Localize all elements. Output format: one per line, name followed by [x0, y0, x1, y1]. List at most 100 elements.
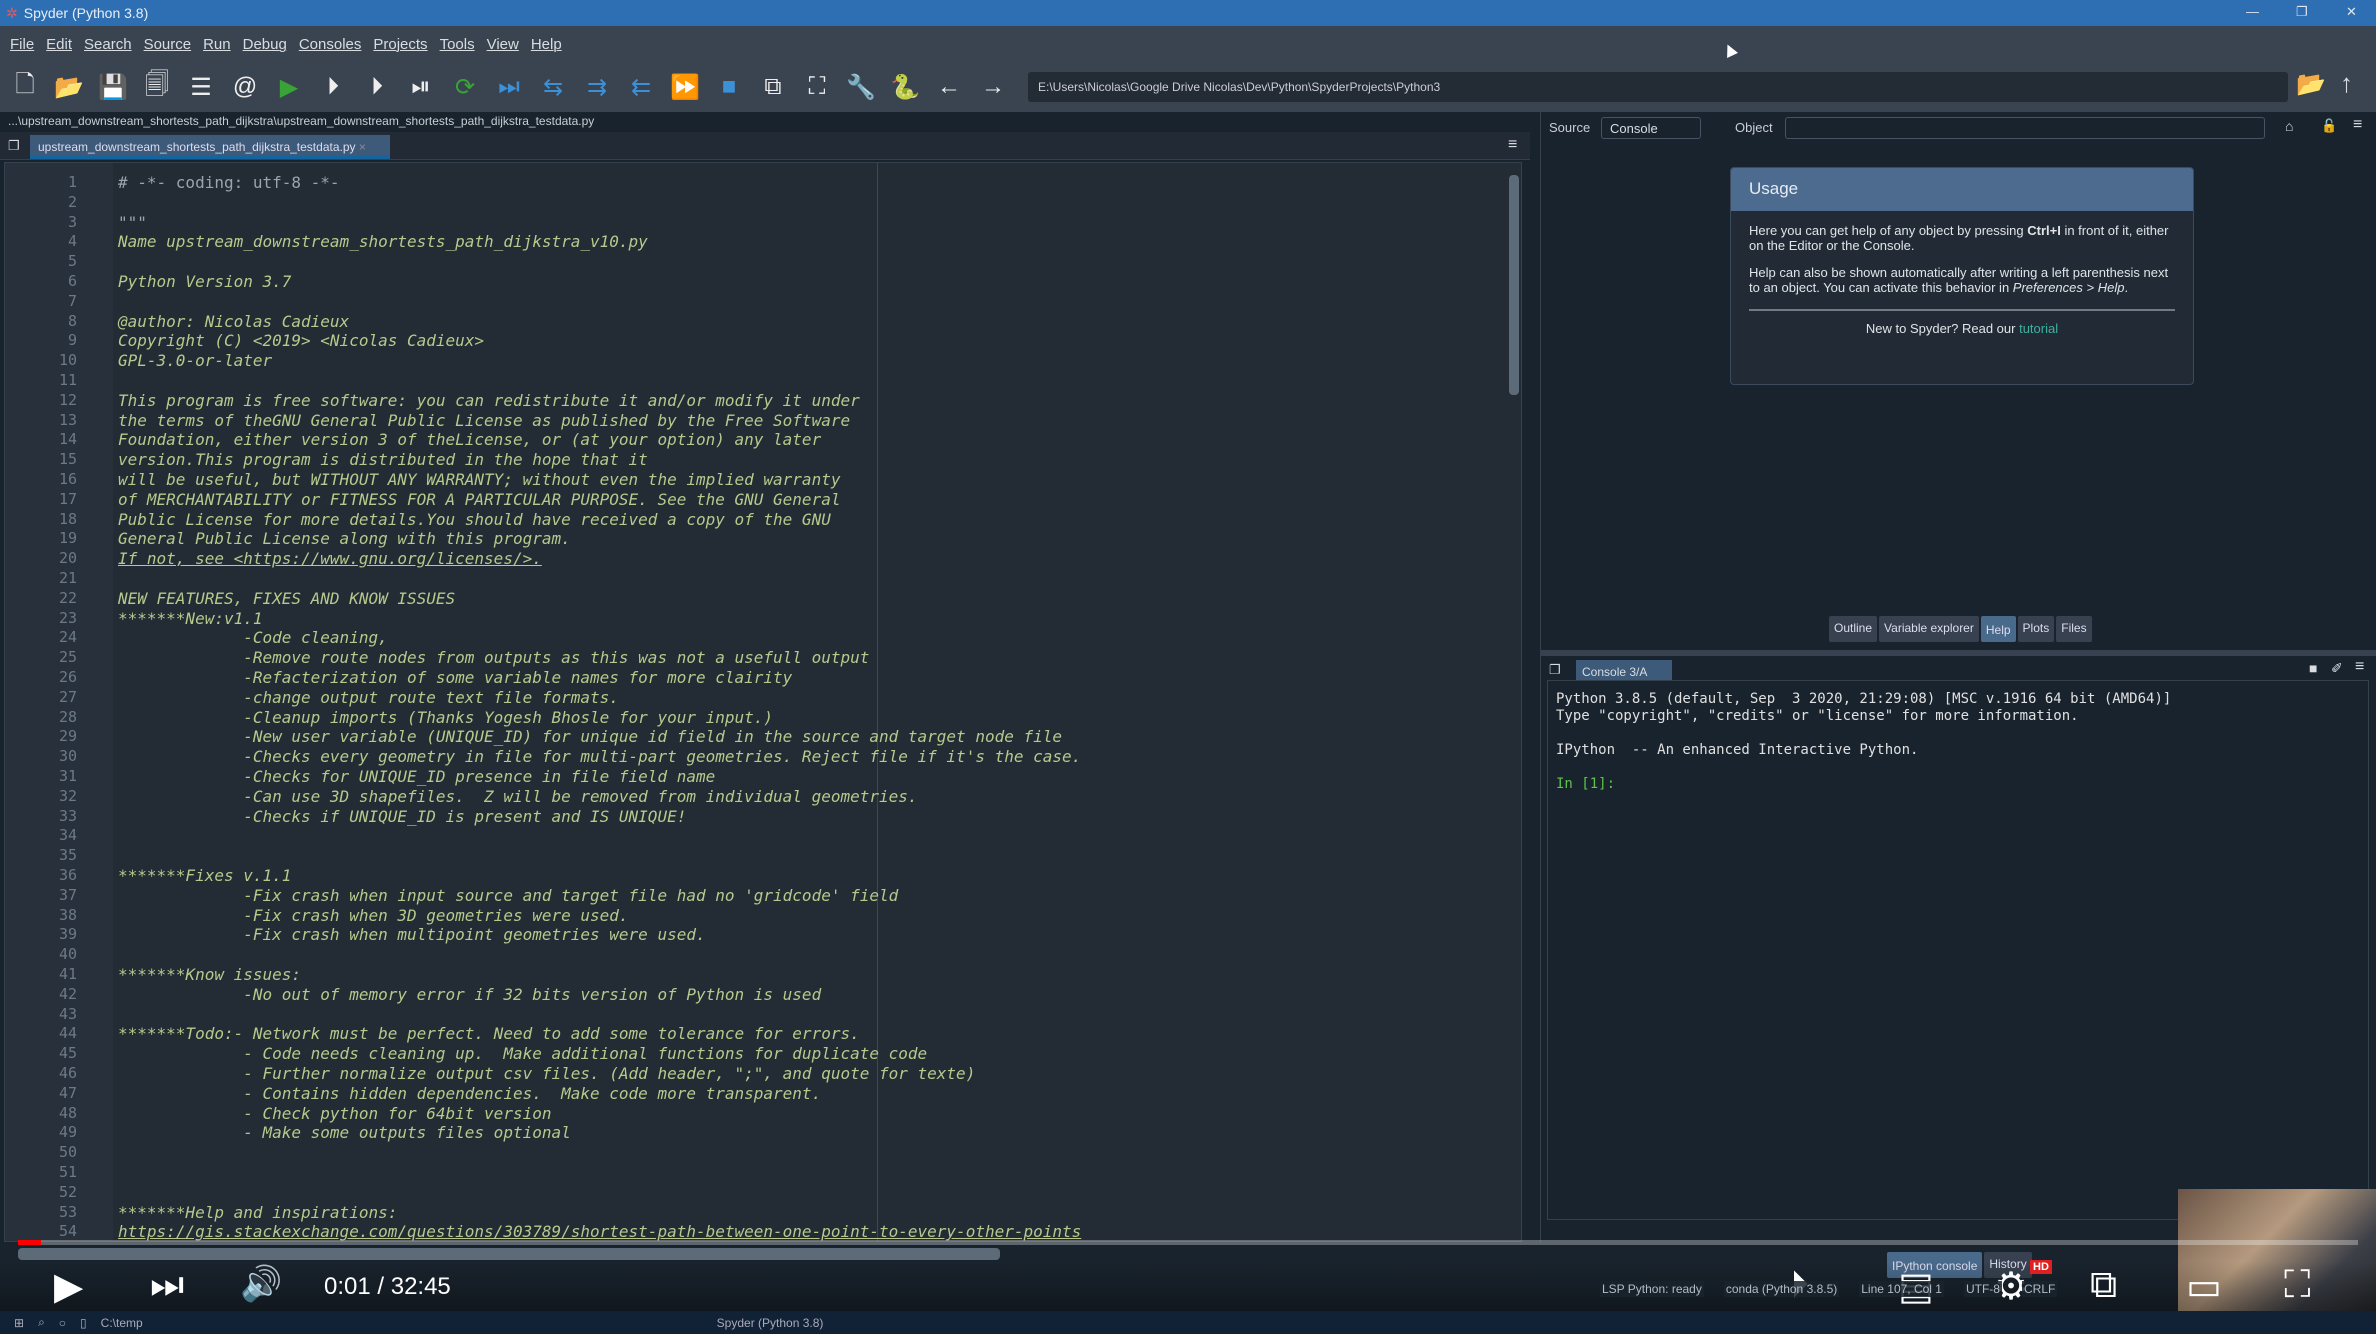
tab-variable-explorer[interactable]: Variable explorer	[1879, 616, 1979, 642]
new-file-icon[interactable]: 🗋	[10, 71, 40, 102]
wrench-icon[interactable]: 🔧	[846, 72, 876, 102]
tab-plots[interactable]: Plots	[2017, 616, 2055, 642]
tutorial-link[interactable]: tutorial	[2019, 321, 2058, 336]
fullscreen-icon[interactable]: ⛶	[2284, 1264, 2311, 1307]
line-number: 50	[58, 1143, 77, 1162]
python-icon[interactable]: 🐍	[890, 72, 920, 102]
editor-options-icon[interactable]: ≡	[1508, 136, 1517, 154]
home-icon[interactable]: ⌂	[2285, 118, 2293, 134]
line-number: 47	[58, 1083, 77, 1102]
debug-outdent-icon[interactable]: ⇇	[626, 72, 656, 102]
list-icon[interactable]: ☰	[186, 72, 216, 102]
menu-file[interactable]: File	[10, 36, 34, 53]
rerun-icon[interactable]: ⟳	[450, 72, 480, 102]
parent-directory-icon[interactable]: ↑	[2340, 68, 2353, 99]
editor-vertical-scrollbar[interactable]	[1509, 175, 1519, 395]
volume-icon[interactable]: 🔊	[240, 1264, 282, 1304]
debug-step-icon[interactable]: ⏭	[494, 72, 524, 102]
usage-text-2: Help can also be shown automatically aft…	[1749, 265, 2169, 295]
browse-tabs-icon[interactable]: ❐	[8, 138, 20, 154]
fullscreen-icon[interactable]: ⛶	[802, 72, 832, 102]
line-number: 54	[58, 1222, 77, 1241]
at-icon[interactable]: @	[230, 72, 260, 102]
dock-tabs: Outline Variable explorer Help Plots Files	[1829, 616, 2092, 642]
open-folder-icon[interactable]: 📂	[54, 72, 84, 102]
stop-kernel-icon[interactable]: ■	[2309, 660, 2317, 676]
forward-arrow-icon[interactable]: →	[978, 72, 1008, 102]
close-tab-icon[interactable]: ×	[359, 140, 366, 154]
ipython-console[interactable]: Python 3.8.5 (default, Sep 3 2020, 21:29…	[1547, 680, 2369, 1220]
run-cell-icon[interactable]: ⏵	[318, 72, 348, 102]
code-line: -Checks if UNIQUE_ID is present and IS U…	[118, 806, 687, 826]
back-arrow-icon[interactable]: ←	[934, 72, 964, 102]
code-line: - Further normalize output csv files. (A…	[118, 1064, 976, 1083]
menu-source[interactable]: Source	[144, 36, 192, 53]
run-cell-advance-icon[interactable]: ⏵	[362, 72, 392, 102]
help-options-icon[interactable]: ≡	[2353, 116, 2362, 134]
line-number: 15	[58, 450, 77, 469]
tab-outline[interactable]: Outline	[1829, 616, 1878, 642]
menu-help[interactable]: Help	[531, 36, 562, 53]
tab-files[interactable]: Files	[2056, 616, 2092, 642]
theater-mode-icon[interactable]: ▭	[2186, 1264, 2222, 1309]
editor-horizontal-scrollbar[interactable]	[18, 1248, 1000, 1260]
window-title: Spyder (Python 3.8)	[23, 5, 149, 21]
maximize-button[interactable]: ❐	[2296, 4, 2308, 20]
clear-console-icon[interactable]: ✐	[2331, 660, 2343, 677]
line-number: 5	[67, 252, 77, 271]
run-selection-icon[interactable]: ⏯	[406, 72, 436, 102]
save-all-icon[interactable]: 🗐	[142, 71, 172, 102]
task-view-icon[interactable]: ▯	[80, 1316, 87, 1330]
code-line: Name upstream_downstream_shortests_path_…	[118, 232, 648, 252]
close-button[interactable]: ✕	[2346, 4, 2357, 20]
save-icon[interactable]: 💾	[98, 72, 128, 102]
menu-consoles[interactable]: Consoles	[299, 36, 362, 53]
menu-tools[interactable]: Tools	[440, 36, 475, 53]
next-icon[interactable]: ⏭	[150, 1264, 184, 1307]
working-directory-input[interactable]: E:\Users\Nicolas\Google Drive Nicolas\De…	[1028, 72, 2288, 102]
menu-projects[interactable]: Projects	[373, 36, 427, 53]
search-icon[interactable]: ⌕	[38, 1315, 45, 1330]
menu-view[interactable]: View	[487, 36, 519, 53]
browse-folder-icon[interactable]: 📂	[2296, 70, 2326, 99]
menu-run[interactable]: Run	[203, 36, 231, 53]
code-line: @author: Nicolas Cadieux	[118, 311, 350, 331]
code-editor[interactable]: 1 2 3 4 5 6 7 8 9 10 11 12 13 14 15 16 17 18 19 20 21 22 23 24 2…	[4, 162, 1522, 1242]
start-icon[interactable]: ⊞	[14, 1316, 24, 1330]
taskbar-spyder[interactable]: Spyder (Python 3.8)	[717, 1316, 824, 1330]
encoding-status: UTF-8	[1963, 1281, 2002, 1297]
menu-search[interactable]: Search	[84, 36, 132, 53]
continue-icon[interactable]: ⏩	[670, 72, 700, 102]
code-line: *******Todo:- Network must be perfect. N…	[118, 1024, 860, 1044]
line-number: 34	[58, 826, 77, 845]
line-number: 19	[58, 529, 77, 548]
code-line: Python Version 3.7	[118, 272, 292, 291]
lock-icon[interactable]: 🔓	[2321, 118, 2337, 134]
code-line: If not, see <https://www.gnu.org/license…	[118, 549, 542, 569]
code-line: the terms of theGNU General Public Licen…	[118, 410, 851, 430]
cortana-icon[interactable]: ○	[59, 1316, 66, 1330]
menu-debug[interactable]: Debug	[243, 36, 287, 53]
env-status[interactable]: conda (Python 3.8.5)	[1723, 1281, 1840, 1297]
line-number: 36	[58, 866, 77, 884]
tab-help[interactable]: Help	[1980, 616, 2016, 642]
code-line: -New user variable (UNIQUE_ID) for uniqu…	[118, 727, 1063, 747]
menu-edit[interactable]: Edit	[46, 36, 72, 53]
code-line: NEW FEATURES, FIXES AND KNOW ISSUES	[118, 588, 456, 608]
editor-tab[interactable]: upstream_downstream_shortests_path_dijks…	[30, 135, 390, 159]
source-select[interactable]: Console	[1601, 117, 1701, 139]
object-input[interactable]	[1785, 117, 2265, 139]
video-progress-bar[interactable]	[18, 1240, 2358, 1245]
minimize-button[interactable]: —	[2246, 4, 2259, 19]
console-options-icon[interactable]: ≡	[2355, 658, 2364, 676]
taskbar-folder[interactable]: C:\temp	[101, 1316, 143, 1330]
line-number: 27	[58, 687, 77, 706]
line-number: 39	[58, 925, 77, 944]
play-icon[interactable]: ▶	[54, 1264, 83, 1309]
maximize-pane-icon[interactable]: ⧉	[758, 72, 788, 102]
browse-console-tabs-icon[interactable]: ❐	[1549, 662, 1561, 678]
debug-icon[interactable]: ⇆	[538, 72, 568, 102]
stop-icon[interactable]: ■	[714, 72, 744, 102]
debug-indent-icon[interactable]: ⇉	[582, 72, 612, 102]
run-icon[interactable]: ▶	[274, 72, 304, 102]
